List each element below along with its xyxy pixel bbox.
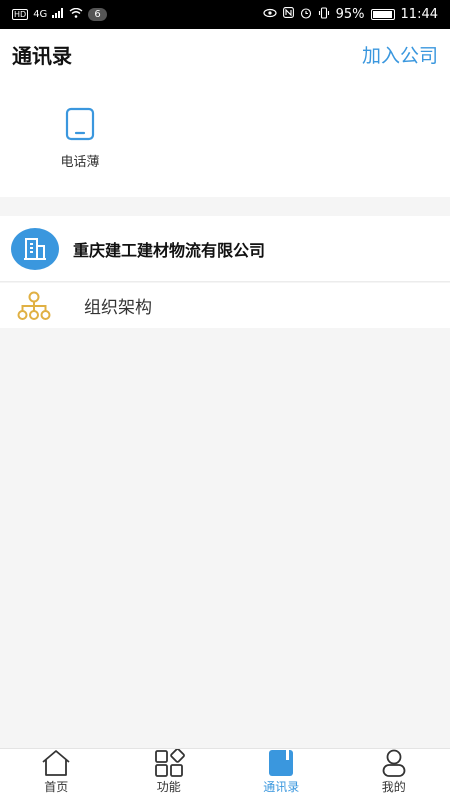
bottom-tab-bar: 首页 功能 通讯录 我的 <box>0 748 450 800</box>
eye-icon <box>263 7 277 22</box>
company-row[interactable]: 重庆建工建材物流有限公司 <box>0 216 450 282</box>
status-bar: HD 4G 6 95% 11:44 <box>0 0 450 29</box>
notification-count: 6 <box>88 8 107 21</box>
battery-icon <box>370 9 395 20</box>
tab-contacts-label: 通讯录 <box>263 780 300 794</box>
network-label: 4G <box>33 9 48 20</box>
building-icon <box>11 227 59 270</box>
alarm-icon <box>300 7 312 23</box>
status-left: HD 4G 6 <box>12 7 107 21</box>
phone-book-icon <box>65 107 95 141</box>
contacts-icon <box>265 749 297 777</box>
tab-contacts[interactable]: 通讯录 <box>225 749 338 800</box>
tab-home[interactable]: 首页 <box>0 749 113 800</box>
tab-mine[interactable]: 我的 <box>338 749 450 800</box>
join-company-button[interactable]: 加入公司 <box>362 41 438 68</box>
hd-badge: HD <box>12 9 29 20</box>
company-name: 重庆建工建材物流有限公司 <box>73 240 266 260</box>
page-title: 通讯录 <box>12 43 72 68</box>
person-icon <box>378 749 410 777</box>
org-chart-icon <box>17 291 51 321</box>
nfc-icon <box>282 7 294 22</box>
signal-icon <box>52 8 64 21</box>
wifi-icon <box>69 7 83 21</box>
org-structure-row[interactable]: 组织架构 <box>0 283 450 328</box>
phone-book-label: 电话薄 <box>60 155 100 170</box>
tab-mine-label: 我的 <box>381 780 406 794</box>
tab-home-label: 首页 <box>44 780 69 794</box>
phone-book-button[interactable]: 电话薄 <box>50 107 110 170</box>
tab-functions[interactable]: 功能 <box>113 748 226 800</box>
vibrate-icon <box>318 6 330 23</box>
tab-functions-label: 功能 <box>156 780 181 794</box>
status-right: 95% 11:44 <box>263 6 438 23</box>
quick-actions: 电话薄 <box>0 79 450 197</box>
org-structure-label: 组织架构 <box>84 298 152 318</box>
page-header: 通讯录 加入公司 <box>0 29 450 79</box>
home-icon <box>40 749 72 777</box>
battery-percent: 95% <box>335 7 365 22</box>
clock: 11:44 <box>400 7 438 22</box>
grid-icon <box>153 748 185 777</box>
